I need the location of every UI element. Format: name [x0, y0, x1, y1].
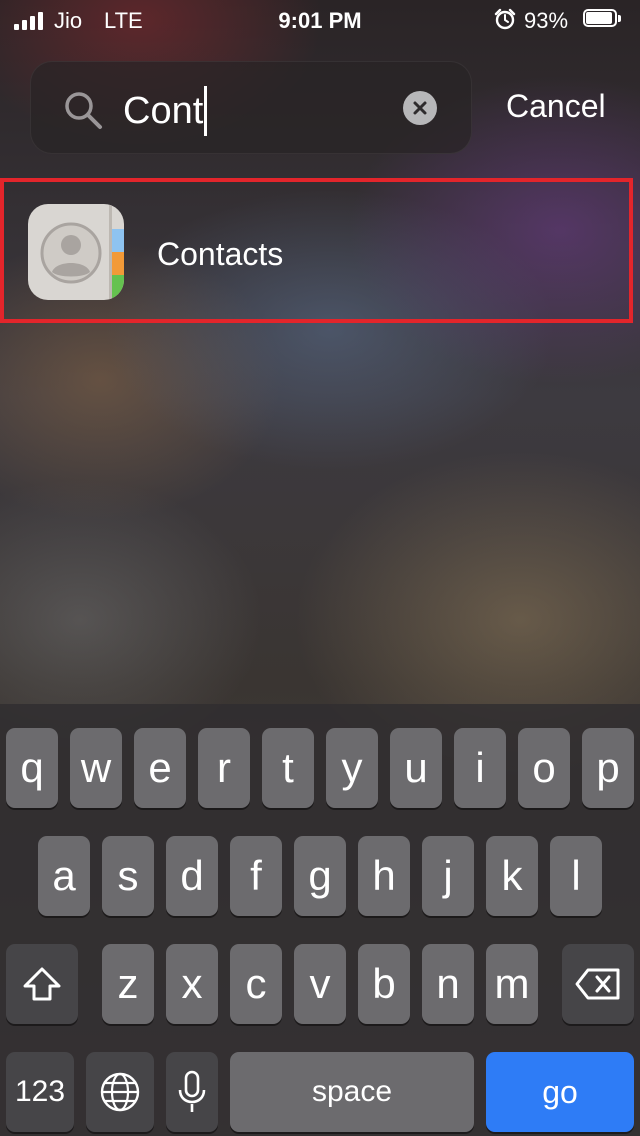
key-g[interactable]: g	[294, 836, 346, 916]
battery-icon	[583, 9, 623, 29]
key-c[interactable]: c	[230, 944, 282, 1024]
search-icon	[65, 92, 102, 129]
key-p[interactable]: p	[582, 728, 634, 808]
key-n[interactable]: n	[422, 944, 474, 1024]
globe-icon	[100, 1072, 140, 1112]
key-a[interactable]: a	[38, 836, 90, 916]
search-result-contacts[interactable]: Contacts	[0, 178, 633, 323]
status-bar: Jio LTE 9:01 PM 93%	[0, 0, 640, 40]
key-x[interactable]: x	[166, 944, 218, 1024]
key-y[interactable]: y	[326, 728, 378, 808]
keyboard: q w e r t y u i o p a s d f g h j k l z …	[0, 704, 640, 1136]
battery-percent: 93%	[524, 8, 569, 33]
key-l[interactable]: l	[550, 836, 602, 916]
text-cursor	[204, 86, 208, 136]
globe-key[interactable]	[86, 1052, 154, 1132]
shift-icon	[23, 967, 61, 1001]
key-o[interactable]: o	[518, 728, 570, 808]
key-w[interactable]: w	[70, 728, 122, 808]
delete-icon	[575, 968, 620, 1000]
clear-icon[interactable]	[403, 91, 437, 125]
key-h[interactable]: h	[358, 836, 410, 916]
key-v[interactable]: v	[294, 944, 346, 1024]
microphone-key[interactable]	[166, 1052, 218, 1132]
key-m[interactable]: m	[486, 944, 538, 1024]
key-q[interactable]: q	[6, 728, 58, 808]
key-z[interactable]: z	[102, 944, 154, 1024]
key-d[interactable]: d	[166, 836, 218, 916]
space-key[interactable]: space	[230, 1052, 474, 1132]
key-f[interactable]: f	[230, 836, 282, 916]
key-e[interactable]: e	[134, 728, 186, 808]
go-key[interactable]: go	[486, 1052, 634, 1132]
result-label: Contacts	[157, 236, 284, 272]
numbers-key[interactable]: 123	[6, 1052, 74, 1132]
search-query: Cont	[123, 89, 204, 132]
key-b[interactable]: b	[358, 944, 410, 1024]
microphone-icon	[178, 1070, 206, 1112]
battery-fill	[586, 12, 612, 24]
alarm-icon	[494, 8, 516, 30]
key-i[interactable]: i	[454, 728, 506, 808]
key-u[interactable]: u	[390, 728, 442, 808]
cancel-button[interactable]: Cancel	[506, 88, 606, 125]
delete-key[interactable]	[562, 944, 634, 1024]
key-j[interactable]: j	[422, 836, 474, 916]
key-t[interactable]: t	[262, 728, 314, 808]
contacts-app-icon[interactable]	[28, 204, 124, 300]
shift-key[interactable]	[6, 944, 78, 1024]
search-field[interactable]: Cont	[30, 61, 472, 154]
key-s[interactable]: s	[102, 836, 154, 916]
key-k[interactable]: k	[486, 836, 538, 916]
key-r[interactable]: r	[198, 728, 250, 808]
search-input[interactable]: Cont	[123, 86, 208, 136]
